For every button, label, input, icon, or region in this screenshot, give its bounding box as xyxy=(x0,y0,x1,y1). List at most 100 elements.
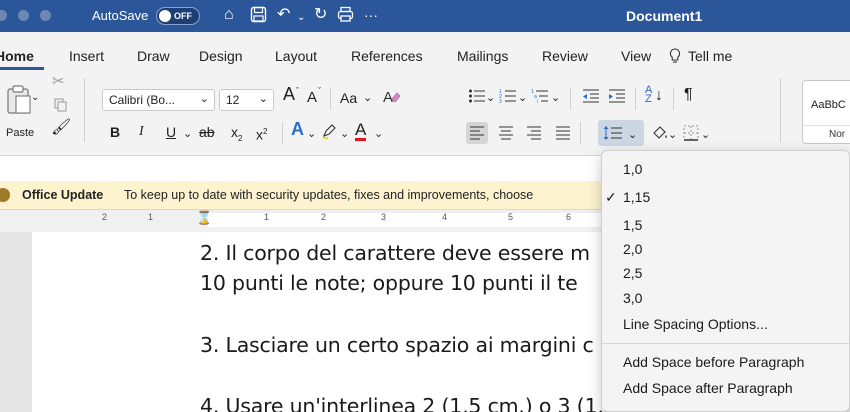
change-case-button[interactable]: Aa xyxy=(340,90,357,106)
borders-icon[interactable] xyxy=(683,125,699,145)
document-title: Document1 xyxy=(626,8,703,24)
menu-item-spacing-2-5[interactable]: 2,5 xyxy=(623,265,642,281)
toggle-knob xyxy=(159,10,171,22)
tab-view[interactable]: View xyxy=(621,48,651,64)
numbering-icon[interactable]: 123 xyxy=(499,88,517,108)
save-icon[interactable] xyxy=(250,6,267,28)
ribbon-separator xyxy=(84,78,85,142)
title-bar: AutoSave OFF ⌂ ↶ ⌄ ↻ ··· Document1 xyxy=(0,0,850,32)
close-window-icon[interactable] xyxy=(0,10,7,21)
chevron-down-icon[interactable]: ⌄ xyxy=(551,90,560,106)
tab-draw[interactable]: Draw xyxy=(137,48,170,64)
chevron-down-icon: ⌄ xyxy=(258,93,268,105)
bold-button[interactable]: B xyxy=(110,124,120,140)
style-normal-tile[interactable]: AaBbC Nor xyxy=(802,80,850,144)
chevron-down-icon[interactable]: ⌄ xyxy=(701,127,710,143)
print-icon[interactable] xyxy=(337,6,354,28)
shrink-font-button[interactable]: A xyxy=(307,90,317,106)
more-commands-icon[interactable]: ··· xyxy=(364,6,378,24)
menu-item-spacing-3-0[interactable]: 3,0 xyxy=(623,290,642,306)
autosave-toggle[interactable]: OFF xyxy=(156,7,200,25)
menu-item-line-spacing-options[interactable]: Line Spacing Options... xyxy=(623,316,768,332)
menu-item-spacing-1-15[interactable]: 1,15 xyxy=(623,189,650,205)
ruler-number: 2 xyxy=(321,212,327,222)
tab-layout[interactable]: Layout xyxy=(275,48,317,64)
font-name-combo[interactable]: Calibri (Bo... ⌄ xyxy=(102,89,215,111)
chevron-down-icon[interactable]: ⌄ xyxy=(307,126,316,142)
subscript-button[interactable]: x2 xyxy=(231,124,242,147)
menu-item-spacing-1-5[interactable]: 1,5 xyxy=(623,217,642,233)
minimize-window-icon[interactable] xyxy=(18,10,29,21)
chevron-down-icon[interactable]: ⌄ xyxy=(518,90,527,106)
line-spacing-menu: 1,0 ✓ 1,15 1,5 2,0 2,5 3,0 Line Spacing … xyxy=(601,150,850,412)
caret-up-icon: ˆ xyxy=(296,86,299,96)
ruler-number: 2 xyxy=(102,212,108,222)
ribbon-separator xyxy=(282,122,283,144)
redo-icon[interactable]: ↻ xyxy=(314,6,327,24)
paste-dropdown-icon[interactable]: ⌄ xyxy=(31,90,39,106)
tell-me-search[interactable]: Tell me xyxy=(688,48,732,64)
chevron-down-icon[interactable]: ⌄ xyxy=(363,90,372,106)
line-spacing-icon[interactable] xyxy=(603,125,623,145)
superscript-button[interactable]: x2 xyxy=(256,124,267,143)
maximize-window-icon[interactable] xyxy=(40,10,51,21)
strikethrough-button[interactable]: ab xyxy=(199,124,215,140)
font-color-button[interactable]: A xyxy=(355,121,367,141)
chevron-down-icon[interactable]: ⌄ xyxy=(628,127,637,143)
undo-icon[interactable]: ↶ xyxy=(277,6,290,24)
home-icon[interactable]: ⌂ xyxy=(224,6,234,24)
bullets-icon[interactable] xyxy=(468,88,486,108)
chevron-down-icon[interactable]: ⌄ xyxy=(340,126,349,142)
tab-design[interactable]: Design xyxy=(199,48,243,64)
notification-title: Office Update xyxy=(22,188,104,202)
svg-text:3: 3 xyxy=(499,99,502,104)
sort-icon[interactable]: AZ xyxy=(645,85,652,105)
decrease-indent-icon[interactable] xyxy=(582,88,600,108)
style-name: Nor xyxy=(803,125,850,143)
increase-indent-icon[interactable] xyxy=(608,88,626,108)
clear-formatting-icon[interactable]: A xyxy=(382,88,402,110)
italic-button[interactable]: I xyxy=(139,124,144,140)
svg-text:i: i xyxy=(537,99,538,104)
ruler-number: 4 xyxy=(442,212,448,222)
tab-review[interactable]: Review xyxy=(542,48,588,64)
ruler-number: 5 xyxy=(508,212,514,222)
chevron-down-icon[interactable]: ⌄ xyxy=(486,90,495,106)
align-right-icon[interactable] xyxy=(526,125,542,145)
justify-icon[interactable] xyxy=(555,125,571,145)
ruler-text-area xyxy=(208,213,668,227)
document-line: 10 punti le note; oppure 10 punti il te xyxy=(200,271,578,295)
menu-item-spacing-1-0[interactable]: 1,0 xyxy=(623,161,642,177)
notification-message: To keep up to date with security updates… xyxy=(124,188,534,202)
text-effects-button[interactable]: A xyxy=(291,120,304,138)
show-formatting-button[interactable]: ¶ xyxy=(684,87,693,103)
tab-home[interactable]: Home xyxy=(0,48,34,64)
paste-icon[interactable] xyxy=(6,84,32,120)
chevron-down-icon[interactable]: ⌄ xyxy=(183,126,192,142)
font-name-value: Calibri (Bo... xyxy=(109,93,176,107)
tab-insert[interactable]: Insert xyxy=(69,48,104,64)
tab-references[interactable]: References xyxy=(351,48,423,64)
menu-item-add-space-after[interactable]: Add Space after Paragraph xyxy=(623,380,793,396)
align-left-icon[interactable] xyxy=(469,125,485,145)
ribbon-separator xyxy=(673,88,674,110)
grow-font-button[interactable]: A xyxy=(283,85,295,103)
highlighter-icon[interactable] xyxy=(321,123,337,143)
menu-item-spacing-2-0[interactable]: 2,0 xyxy=(623,241,642,257)
underline-button[interactable]: U xyxy=(166,124,176,140)
cut-icon[interactable]: ✂ xyxy=(52,74,65,90)
undo-dropdown-icon[interactable]: ⌄ xyxy=(297,9,305,27)
chevron-down-icon[interactable]: ⌄ xyxy=(374,126,383,142)
svg-text:A: A xyxy=(383,89,393,106)
tab-mailings[interactable]: Mailings xyxy=(457,48,508,64)
shading-icon[interactable] xyxy=(651,125,669,145)
chevron-down-icon[interactable]: ⌄ xyxy=(668,127,677,143)
font-size-combo[interactable]: 12 ⌄ xyxy=(219,89,274,111)
format-painter-icon[interactable]: 🖌 xyxy=(51,120,71,136)
multilevel-list-icon[interactable]: 1ai xyxy=(531,88,549,108)
indent-marker-icon[interactable]: ⌛ xyxy=(196,210,212,226)
menu-item-add-space-before[interactable]: Add Space before Paragraph xyxy=(623,354,804,370)
copy-icon[interactable] xyxy=(54,98,67,116)
align-center-icon[interactable] xyxy=(498,125,514,145)
checkmark-icon: ✓ xyxy=(605,189,617,205)
